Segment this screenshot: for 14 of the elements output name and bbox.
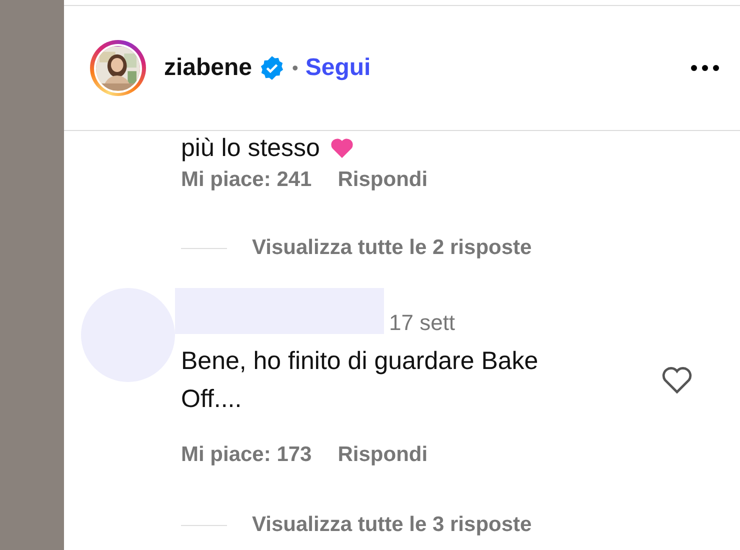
- view-replies-link[interactable]: Visualizza tutte le 2 risposte: [252, 236, 532, 260]
- like-count: Mi piace: 241: [181, 168, 312, 192]
- view-replies-link[interactable]: Visualizza tutte le 3 risposte: [252, 513, 532, 537]
- comment-time: 17 sett: [389, 310, 456, 336]
- follow-link[interactable]: Segui: [305, 54, 371, 82]
- like-count: Mi piace: 173: [181, 443, 312, 467]
- username[interactable]: ziabene: [164, 54, 252, 82]
- reply-link[interactable]: Rispondi: [338, 443, 428, 467]
- comment-text: Bene, ho finito di guardare Bake Off....: [181, 346, 540, 415]
- comment-text: più lo stesso: [181, 133, 320, 163]
- more-options-icon[interactable]: [690, 64, 720, 72]
- separator-dot: •: [292, 58, 298, 78]
- reply-link[interactable]: Rispondi: [338, 168, 428, 192]
- like-heart-icon[interactable]: [661, 365, 693, 395]
